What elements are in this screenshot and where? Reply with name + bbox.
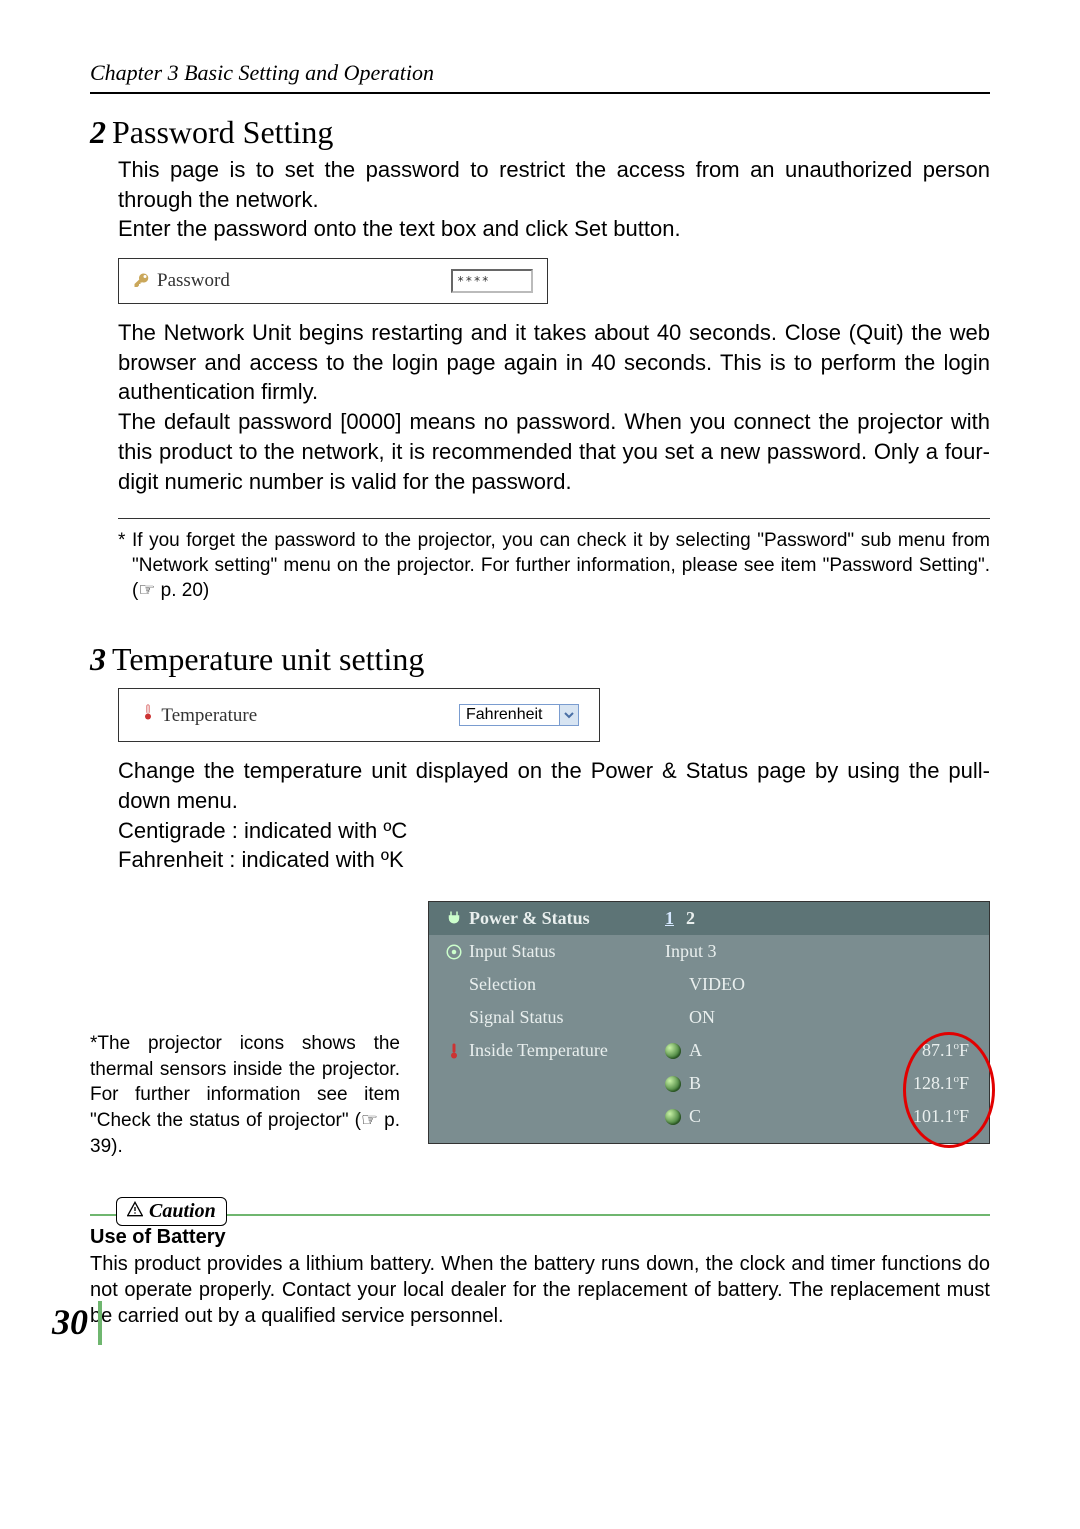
input-status-value: Input 3 bbox=[665, 941, 889, 962]
chevron-down-icon bbox=[559, 705, 578, 725]
password-inset: Password **** bbox=[118, 258, 548, 304]
section2-paragraph4: The default password [0000] means no pas… bbox=[118, 407, 990, 496]
power-status-header: Power & Status bbox=[469, 908, 590, 929]
horizontal-rule bbox=[118, 518, 990, 519]
section2-paragraph3: The Network Unit begins restarting and i… bbox=[118, 318, 990, 407]
chapter-header: Chapter 3 Basic Setting and Operation bbox=[90, 60, 990, 92]
thermometer-icon bbox=[139, 703, 157, 721]
temp-sensor-icon-c bbox=[665, 1109, 681, 1125]
temp-sensor-c-name: C bbox=[689, 1106, 701, 1127]
temp-sensor-icon-b bbox=[665, 1076, 681, 1092]
temperature-inset: Temperature Fahrenheit bbox=[118, 688, 600, 742]
signal-status-value: ON bbox=[689, 1007, 889, 1028]
section-2-title: 2Password Setting bbox=[90, 114, 990, 151]
key-icon bbox=[133, 272, 151, 290]
temperature-row-label: Temperature bbox=[161, 705, 257, 726]
warning-icon bbox=[127, 1200, 143, 1223]
section2-paragraph2: Enter the password onto the text box and… bbox=[118, 214, 990, 244]
page-number-accent-bar bbox=[98, 1301, 102, 1345]
temp-c-value: 101.1oF bbox=[889, 1106, 975, 1127]
selection-label: Selection bbox=[469, 974, 536, 995]
projector-icon-sidenote: *The projector icons shows the thermal s… bbox=[90, 1031, 400, 1159]
section2-paragraph1: This page is to set the password to rest… bbox=[118, 155, 990, 214]
section2-footnote: * If you forget the password to the proj… bbox=[118, 529, 990, 603]
section3-paragraph1: Change the temperature unit displayed on… bbox=[118, 756, 990, 815]
use-of-battery-heading: Use of Battery bbox=[90, 1226, 990, 1249]
temp-sensor-a-name: A bbox=[689, 1040, 702, 1061]
section-2-number: 2 bbox=[90, 114, 106, 150]
temperature-unit-select[interactable]: Fahrenheit bbox=[459, 704, 579, 726]
thermometer-icon bbox=[445, 1042, 463, 1060]
section3-paragraph3: Fahrenheit : indicated with ºK bbox=[118, 845, 990, 875]
page-number: 30 bbox=[52, 1301, 88, 1343]
selection-value: VIDEO bbox=[689, 974, 889, 995]
temp-sensor-b-name: B bbox=[689, 1073, 701, 1094]
inside-temperature-label: Inside Temperature bbox=[469, 1040, 608, 1061]
password-row-label: Password bbox=[157, 270, 230, 292]
signal-status-label: Signal Status bbox=[469, 1007, 564, 1028]
password-field[interactable]: **** bbox=[451, 269, 533, 293]
status-page-1-link[interactable]: 1 bbox=[665, 908, 674, 929]
plug-icon bbox=[445, 910, 463, 928]
temp-sensor-icon-a bbox=[665, 1043, 681, 1059]
section-3-number: 3 bbox=[90, 641, 106, 677]
temp-a-value: 87.1oF bbox=[889, 1040, 975, 1061]
caution-badge: Caution bbox=[116, 1197, 227, 1226]
input-icon bbox=[445, 943, 463, 961]
section3-paragraph2: Centigrade : indicated with ºC bbox=[118, 816, 990, 846]
input-status-label: Input Status bbox=[469, 941, 556, 962]
use-of-battery-body: This product provides a lithium battery.… bbox=[90, 1251, 990, 1329]
section-3-title: 3Temperature unit setting bbox=[90, 641, 990, 678]
power-status-panel: Power & Status 1 2 Input Status Input 3 bbox=[428, 901, 990, 1144]
status-page-2: 2 bbox=[686, 908, 695, 929]
temp-b-value: 128.1oF bbox=[889, 1073, 975, 1094]
